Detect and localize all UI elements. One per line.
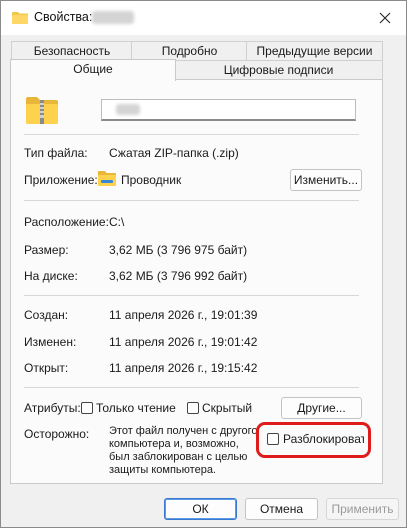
tab-label: Безопасность — [33, 44, 111, 58]
unblock-checkbox[interactable] — [267, 433, 279, 445]
created-label: Создан: — [24, 308, 69, 322]
hidden-checkbox[interactable] — [187, 402, 199, 414]
advanced-button[interactable]: Другие... — [281, 397, 362, 419]
size-on-disk-value: 3,62 МБ (3 796 992 байт) — [109, 269, 248, 283]
apply-button[interactable]: Применить — [326, 498, 399, 520]
tab-general[interactable]: Общие — [10, 59, 176, 81]
location-label: Расположение: — [24, 215, 109, 229]
tab-digital-signatures[interactable]: Цифровые подписи — [174, 60, 383, 80]
tab-label: Общие — [73, 62, 113, 76]
tab-previous-versions[interactable]: Предыдущие версии — [246, 41, 383, 61]
close-button[interactable] — [367, 3, 403, 33]
properties-window: Свойства: Безопасность Подробно Предыдущ… — [0, 0, 407, 528]
unblock-label[interactable]: Разблокироват — [283, 432, 364, 446]
close-icon — [379, 12, 391, 24]
size-on-disk-label: На диске: — [24, 269, 78, 283]
created-value: 11 апреля 2026 г., 19:01:39 — [109, 308, 258, 322]
zip-folder-icon — [25, 95, 59, 125]
tab-label: Предыдущие версии — [256, 44, 373, 58]
readonly-checkbox[interactable] — [81, 402, 93, 414]
file-type-label: Тип файла: — [24, 146, 88, 160]
file-type-value: Сжатая ZIP-папка (.zip) — [109, 146, 239, 160]
divider — [24, 200, 359, 201]
opens-with-value: Проводник — [121, 173, 182, 187]
location-value: C:\ — [109, 215, 125, 229]
divider — [24, 387, 359, 388]
redacted-filename — [92, 11, 134, 24]
divider — [24, 134, 359, 135]
cancel-button[interactable]: Отмена — [245, 498, 318, 520]
redacted-file-name — [116, 104, 140, 115]
change-button[interactable]: Изменить... — [290, 169, 362, 191]
accessed-label: Открыт: — [24, 361, 69, 375]
divider — [24, 295, 359, 296]
size-value: 3,62 МБ (3 796 975 байт) — [109, 243, 248, 257]
folder-icon — [12, 11, 28, 24]
modified-value: 11 апреля 2026 г., 19:01:42 — [109, 335, 258, 349]
explorer-folder-icon — [98, 170, 116, 186]
hidden-label[interactable]: Скрытый — [202, 401, 252, 415]
tab-label: Цифровые подписи — [223, 63, 334, 77]
opens-with-label: Приложение: — [24, 173, 98, 187]
modified-label: Изменен: — [24, 335, 77, 349]
file-name-field[interactable] — [101, 99, 356, 121]
security-label: Осторожно: — [24, 427, 90, 441]
accessed-value: 11 апреля 2026 г., 19:15:42 — [109, 361, 258, 375]
window-title: Свойства: — [34, 10, 93, 24]
tab-security[interactable]: Безопасность — [11, 41, 133, 61]
size-label: Размер: — [24, 243, 69, 257]
title-bar[interactable]: Свойства: — [1, 1, 406, 35]
tab-details[interactable]: Подробно — [131, 41, 248, 61]
readonly-label[interactable]: Только чтение — [96, 401, 176, 415]
attributes-label: Атрибуты: — [24, 401, 81, 415]
tab-label: Подробно — [161, 44, 218, 58]
ok-button[interactable]: ОК — [164, 498, 237, 520]
security-warning-text: Этот файл получен с другого компьютера и… — [109, 425, 258, 476]
